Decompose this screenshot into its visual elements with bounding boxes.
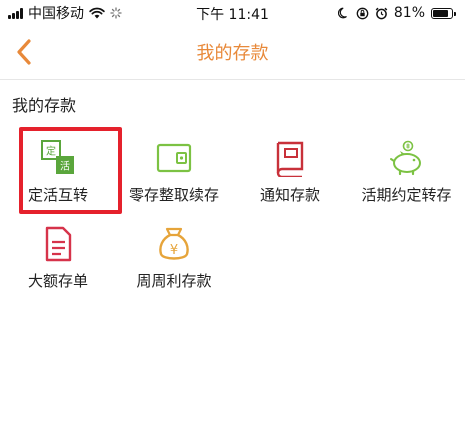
signal-icon [8, 7, 23, 19]
product-large-deposit-certificate[interactable]: 大额存单 [0, 216, 116, 302]
status-left: 中国移动 [8, 3, 122, 23]
product-label: 大额存单 [27, 272, 88, 290]
document-icon [38, 224, 78, 264]
page-title: 我的存款 [196, 43, 269, 64]
battery-percent: 81% [393, 5, 425, 21]
carrier-name: 中国移动 [28, 6, 84, 22]
fixed-current-swap-icon: 定 活 [38, 138, 78, 178]
alarm-icon [375, 7, 388, 19]
piggy-bank-icon [387, 138, 427, 178]
battery-icon [431, 7, 456, 19]
product-weekly-deposit[interactable]: ¥ 周周利存款 [116, 216, 232, 302]
fixed-icon-text: 定 [46, 145, 56, 158]
nav-divider [0, 79, 465, 80]
product-fixed-current-swap[interactable]: 定 活 定活互转 [0, 130, 116, 216]
product-label: 通知存款 [259, 186, 320, 204]
current-icon-text: 活 [60, 161, 70, 173]
nav-bar: 我的存款 [0, 26, 465, 78]
product-label: 活期约定转存 [361, 186, 452, 204]
product-label: 零存整取续存 [128, 186, 219, 204]
wallet-icon [154, 138, 194, 178]
yuan-sign: ¥ [170, 243, 178, 258]
product-notice-deposit[interactable]: 通知存款 [232, 130, 348, 216]
product-label: 周周利存款 [136, 272, 212, 290]
back-button[interactable] [10, 36, 38, 68]
battery-fill [433, 9, 448, 17]
chevron-left-icon [17, 39, 31, 65]
status-time: 下午 11:41 [196, 7, 269, 23]
money-bag-icon: ¥ [154, 224, 194, 264]
wifi-icon [89, 7, 105, 19]
book-icon [270, 138, 310, 178]
product-label: 定活互转 [27, 186, 88, 204]
section-title: 我的存款 [12, 96, 77, 115]
loading-icon [110, 7, 122, 19]
status-bar: 中国移动 下午 11:41 81% [0, 0, 465, 26]
product-installment-deposit[interactable]: 零存整取续存 [116, 130, 232, 216]
product-grid: 定 活 定活互转 零存整取续存 通知存款 活期约定转存 大额存单 ¥ 周周利存款 [0, 130, 465, 302]
rotation-lock-icon [356, 7, 369, 19]
status-right: 81% [337, 5, 456, 21]
moon-icon [337, 7, 347, 19]
product-auto-transfer[interactable]: 活期约定转存 [348, 130, 465, 216]
